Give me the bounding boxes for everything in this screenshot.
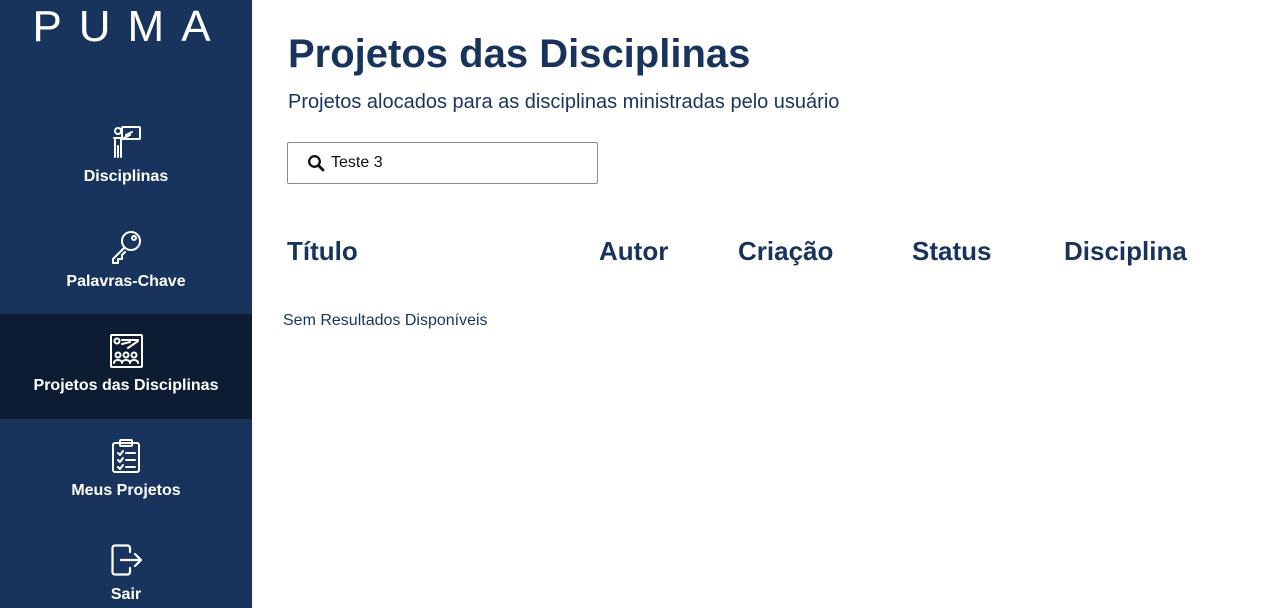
- sidebar-item-sair[interactable]: Sair: [0, 523, 252, 608]
- app-logo[interactable]: PUMA: [0, 2, 252, 52]
- search-input[interactable]: [331, 148, 591, 178]
- table-header: Título Autor Criação Status Disciplina: [252, 236, 1280, 268]
- sidebar-item-label: Projetos das Disciplinas: [33, 377, 219, 394]
- search-box[interactable]: [287, 142, 598, 184]
- column-header-titulo[interactable]: Título: [287, 236, 358, 267]
- clipboard-list-icon: [108, 438, 144, 474]
- column-header-autor[interactable]: Autor: [599, 236, 668, 267]
- main-content: Projetos das Disciplinas Projetos alocad…: [252, 0, 1280, 608]
- column-header-criacao[interactable]: Criação: [738, 236, 833, 267]
- page-title: Projetos das Disciplinas: [288, 32, 751, 76]
- page-subtitle: Projetos alocados para as disciplinas mi…: [288, 91, 840, 113]
- sidebar-item-palavras-chave[interactable]: Palavras-Chave: [0, 210, 252, 315]
- classroom-icon: [108, 333, 144, 369]
- key-icon: [108, 229, 144, 265]
- sidebar-item-label: Meus Projetos: [71, 482, 181, 499]
- sidebar-item-label: Disciplinas: [83, 168, 169, 185]
- logout-icon: [108, 542, 144, 578]
- empty-results-message: Sem Resultados Disponíveis: [283, 312, 488, 329]
- sidebar-item-disciplinas[interactable]: Disciplinas: [0, 105, 252, 210]
- sidebar-item-label: Sair: [110, 586, 142, 603]
- column-header-status[interactable]: Status: [912, 236, 991, 267]
- teacher-board-icon: [108, 124, 144, 160]
- sidebar-item-meus-projetos[interactable]: Meus Projetos: [0, 419, 252, 524]
- sidebar-item-projetos-das-disciplinas[interactable]: Projetos das Disciplinas: [0, 314, 252, 419]
- column-header-disciplina[interactable]: Disciplina: [1064, 236, 1187, 267]
- search-icon: [308, 155, 325, 172]
- sidebar-item-label: Palavras-Chave: [66, 273, 186, 290]
- sidebar: PUMA Disciplinas Palavras-Chave Projetos…: [0, 0, 252, 608]
